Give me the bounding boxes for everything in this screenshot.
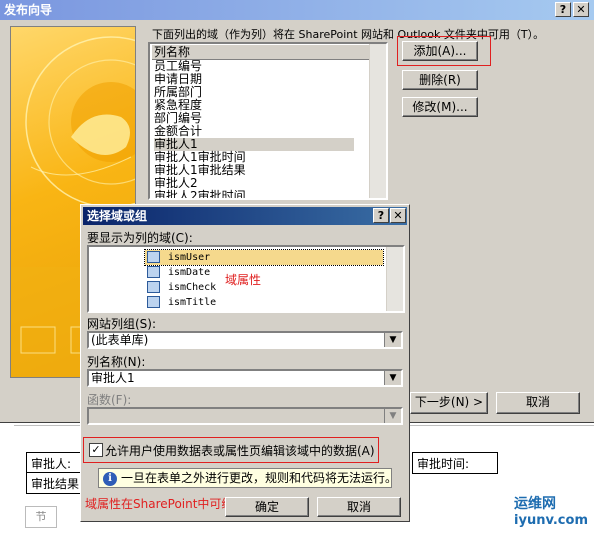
field-node[interactable]: ismTitle xyxy=(145,295,216,310)
dialog-titlebar: 选择域或组 ? ✕ xyxy=(83,207,407,225)
info-icon: i xyxy=(103,471,117,486)
wizard-titlebar: 发布向导 ? ✕ xyxy=(0,0,594,20)
next-button[interactable]: 下一步(N) > xyxy=(410,392,488,414)
field-node[interactable]: ismDate xyxy=(145,265,210,280)
info-text: 一旦在表单之外进行更改，规则和代码将无法运行。 xyxy=(121,471,398,485)
function-label: 函数(F): xyxy=(87,393,132,407)
wizard-help-button[interactable]: ? xyxy=(555,2,571,17)
column-name-select[interactable]: 审批人1 ▼ xyxy=(87,369,403,387)
field-icon xyxy=(147,251,160,263)
field-icon xyxy=(147,266,160,278)
function-select: ▼ xyxy=(87,407,403,425)
allow-edit-label: 允许用户使用数据表或属性页编辑该域中的数据(A) xyxy=(105,444,375,458)
list-item[interactable]: 审批人2审批时间 xyxy=(154,190,246,199)
column-name-label: 列名称(N): xyxy=(87,355,146,369)
delete-button[interactable]: 删除(R) xyxy=(402,70,478,90)
chevron-down-icon[interactable]: ▼ xyxy=(384,333,401,347)
wizard-title: 发布向导 xyxy=(4,3,53,17)
dialog-help-button[interactable]: ? xyxy=(373,208,389,223)
modify-button[interactable]: 修改(M)... xyxy=(402,97,478,117)
ok-button[interactable]: 确定 xyxy=(225,497,309,517)
watermark-line2: iyunv.com xyxy=(514,513,588,528)
list-header: 列名称 xyxy=(152,45,370,60)
document-section-tab: 节 xyxy=(25,506,57,528)
allow-edit-checkbox[interactable]: ✓ xyxy=(89,443,103,457)
annotation-field-attr: 域属性 xyxy=(225,273,262,287)
column-listbox[interactable]: 列名称 员工编号 申请日期 所属部门 紧急程度 部门编号 金额合计 审批人1 审… xyxy=(148,42,388,200)
doc-cell-approve-time: 审批时间: xyxy=(412,452,498,474)
add-button[interactable]: 添加(A)... xyxy=(402,41,478,61)
chevron-down-icon: ▼ xyxy=(384,409,401,423)
dialog-close-button[interactable]: ✕ xyxy=(390,208,406,223)
field-icon xyxy=(147,296,160,308)
list-scrollbar[interactable] xyxy=(369,44,386,198)
annotation-editable: 域属性在SharePoint中可编辑 xyxy=(85,497,246,511)
dialog-cancel-button[interactable]: 取消 xyxy=(317,497,401,517)
wizard-cancel-button[interactable]: 取消 xyxy=(496,392,580,414)
doc-cell-approver: 审批人: xyxy=(26,452,86,474)
watermark: 运维网 iyunv.com xyxy=(514,493,588,528)
chevron-down-icon[interactable]: ▼ xyxy=(384,371,401,385)
tree-scrollbar[interactable] xyxy=(386,247,403,311)
site-group-label: 网站列组(S): xyxy=(87,317,157,331)
fields-label: 要显示为列的域(C): xyxy=(87,231,193,245)
watermark-line1: 运维网 xyxy=(514,496,557,512)
doc-cell-approve-result: 审批结果 xyxy=(26,472,86,494)
site-group-select[interactable]: (此表单库) ▼ xyxy=(87,331,403,349)
dialog-title: 选择域或组 xyxy=(87,209,148,223)
field-node[interactable]: ismCheck xyxy=(145,280,216,295)
field-node-selected[interactable]: ismUser xyxy=(144,249,384,266)
field-icon xyxy=(147,281,160,293)
info-bar: i 一旦在表单之外进行更改，规则和代码将无法运行。 xyxy=(98,468,397,488)
wizard-close-button[interactable]: ✕ xyxy=(573,2,589,17)
